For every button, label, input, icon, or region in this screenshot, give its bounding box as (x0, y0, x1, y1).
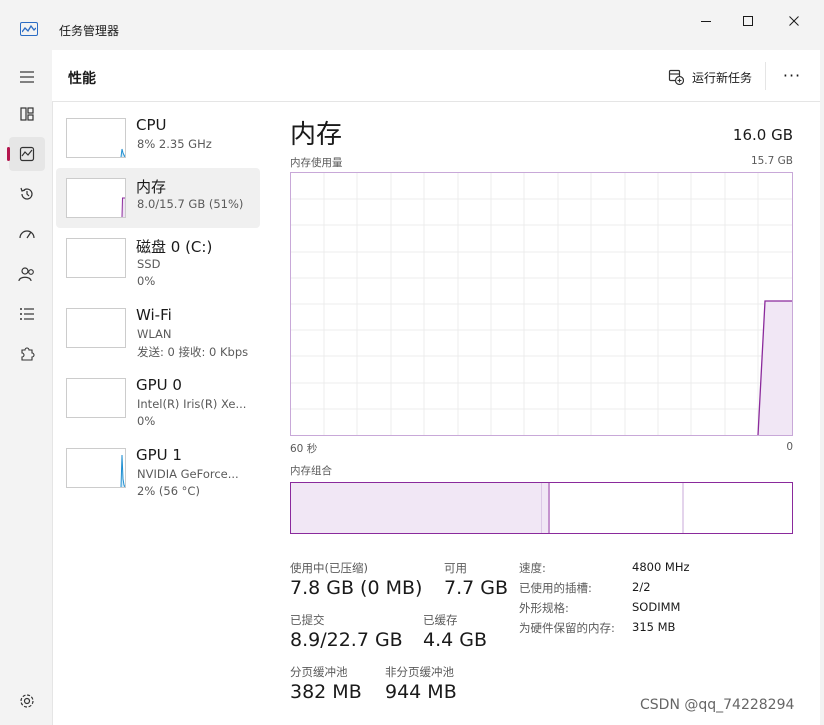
wifi-thumbnail-graph (66, 308, 126, 348)
csdn-watermark: CSDN @qq_74228294 (640, 697, 795, 713)
composition-label: 内存组合 (290, 465, 332, 477)
device-name: 内存 (136, 178, 167, 196)
device-name: GPU 0 (136, 376, 182, 394)
device-item-gpu0[interactable]: GPU 0 Intel(R) Iris(R) Xe... 0% (56, 368, 260, 428)
header-separator (765, 62, 766, 90)
run-task-icon (668, 69, 684, 85)
services-puzzle-icon (21, 347, 35, 361)
memory-title: 内存 (290, 120, 343, 150)
navigation-rail (0, 50, 52, 725)
form-factor-value: SODIMM (632, 600, 681, 614)
cached-label: 已缓存 (423, 613, 458, 627)
device-name: GPU 1 (136, 446, 182, 464)
available-label: 可用 (444, 561, 467, 575)
page-header: 性能 运行新任务 ··· (52, 50, 820, 102)
device-detail-2: 2% (56 °C) (137, 484, 200, 498)
device-name: Wi-Fi (136, 306, 172, 324)
close-icon (789, 16, 799, 26)
page-title: 性能 (68, 71, 96, 87)
usage-label: 内存使用量 (290, 157, 343, 169)
nonpaged-pool-label: 非分页缓冲池 (385, 665, 454, 679)
nav-details[interactable] (9, 297, 45, 331)
hamburger-icon (20, 71, 34, 83)
device-name: 磁盘 0 (C:) (136, 238, 213, 256)
users-icon (18, 267, 34, 282)
window-title: 任务管理器 (59, 24, 120, 38)
composition-in-use (291, 483, 542, 533)
cpu-thumbnail-graph (66, 118, 126, 158)
memory-usage-graph (291, 173, 792, 436)
close-button[interactable] (771, 6, 817, 36)
nav-settings[interactable] (9, 684, 45, 718)
device-detail: SSD (137, 257, 161, 271)
in-use-value: 7.8 GB (0 MB) (290, 577, 423, 599)
memory-total: 16.0 GB (732, 126, 793, 144)
committed-value: 8.9/22.7 GB (290, 629, 403, 651)
device-detail-2: 0% (137, 414, 156, 428)
gpu0-thumbnail-graph (66, 378, 126, 418)
in-use-label: 使用中(已压缩) (290, 561, 368, 575)
nav-app-history[interactable] (9, 177, 45, 211)
time-axis-left-label: 60 秒 (290, 443, 318, 455)
run-task-label: 运行新任务 (692, 70, 753, 85)
paged-pool-value: 382 MB (290, 681, 362, 703)
available-value: 7.7 GB (444, 577, 509, 599)
nav-services[interactable] (9, 337, 45, 371)
nav-users[interactable] (9, 257, 45, 291)
more-options-button[interactable]: ··· (779, 66, 805, 88)
device-item-disk[interactable]: 磁盘 0 (C:) SSD 0% (56, 228, 260, 288)
nonpaged-pool-value: 944 MB (385, 681, 457, 703)
minimize-icon (701, 21, 711, 22)
device-item-wifi[interactable]: Wi-Fi WLAN 发送: 0 接收: 0 Kbps (56, 298, 260, 359)
maximize-button[interactable] (725, 6, 771, 36)
device-name: CPU (136, 116, 167, 134)
slots-used-value: 2/2 (632, 580, 651, 594)
cached-value: 4.4 GB (423, 629, 488, 651)
settings-gear-icon (20, 694, 34, 708)
maximize-icon (743, 16, 753, 26)
hardware-reserved-value: 315 MB (632, 620, 676, 634)
processes-icon (20, 107, 34, 121)
task-manager-app-icon (20, 22, 38, 36)
hardware-reserved-label: 为硬件保留的内存: (519, 621, 615, 635)
details-list-icon (20, 308, 34, 320)
device-detail: 8.0/15.7 GB (51%) (137, 197, 244, 211)
nav-processes[interactable] (9, 97, 45, 131)
device-detail: WLAN (137, 327, 172, 341)
device-detail: Intel(R) Iris(R) Xe... (137, 397, 247, 411)
device-detail: 8% 2.35 GHz (137, 137, 212, 151)
performance-icon (19, 146, 35, 162)
chart-gridlines (291, 173, 792, 435)
committed-label: 已提交 (290, 613, 325, 627)
memory-composition-bar (290, 482, 793, 534)
memory-usage-area (758, 301, 792, 435)
speed-value: 4800 MHz (632, 560, 690, 574)
window-edge (820, 50, 824, 725)
slots-used-label: 已使用的插槽: (519, 581, 592, 595)
hamburger-menu-button[interactable] (9, 60, 45, 94)
memory-usage-chart (290, 172, 793, 436)
form-factor-label: 外形规格: (519, 601, 569, 615)
title-bar: 任务管理器 (0, 0, 824, 50)
run-new-task-button[interactable]: 运行新任务 (668, 66, 752, 88)
composition-modified (542, 483, 548, 533)
memory-thumbnail-graph (66, 178, 126, 218)
time-axis-right-label: 0 (786, 441, 793, 453)
device-item-cpu[interactable]: CPU 8% 2.35 GHz (56, 108, 260, 168)
nav-startup-apps[interactable] (9, 217, 45, 251)
device-detail: NVIDIA GeForce... (137, 467, 239, 481)
device-item-gpu1[interactable]: GPU 1 NVIDIA GeForce... 2% (56 °C) (56, 438, 260, 498)
gpu1-thumbnail-graph (66, 448, 126, 488)
minimize-button[interactable] (683, 6, 729, 36)
device-item-memory[interactable]: 内存 8.0/15.7 GB (51%) (56, 168, 260, 228)
speed-label: 速度: (519, 561, 546, 575)
disk-thumbnail-graph (66, 238, 126, 278)
history-icon (20, 187, 33, 200)
device-detail-2: 0% (137, 274, 156, 288)
nav-performance[interactable] (7, 137, 45, 171)
usage-max-label: 15.7 GB (750, 155, 793, 167)
device-detail-2: 发送: 0 接收: 0 Kbps (137, 345, 249, 359)
paged-pool-label: 分页缓冲池 (290, 665, 348, 679)
startup-speedometer-icon (19, 230, 35, 239)
